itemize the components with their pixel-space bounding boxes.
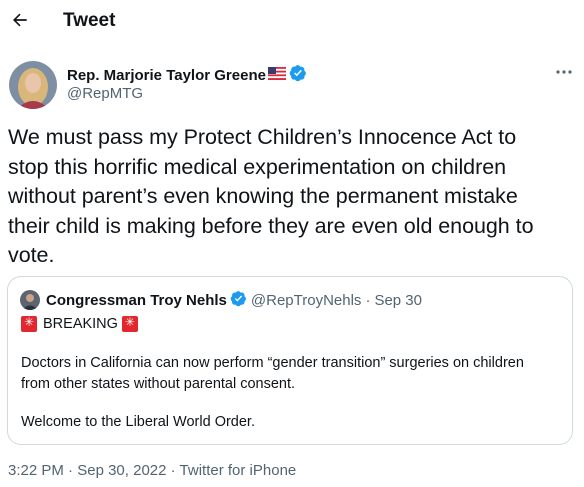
tweet-time[interactable]: 3:22 PM bbox=[8, 462, 64, 479]
more-dots-icon bbox=[556, 70, 572, 74]
quoted-body-line: Doctors in California can now perform “g… bbox=[21, 355, 524, 371]
rotating-light-icon bbox=[21, 315, 37, 332]
quoted-header: Congressman Troy Nehls @RepTroyNehls · S… bbox=[46, 290, 422, 311]
page-title: Tweet bbox=[63, 10, 116, 31]
author-name-row: Rep. Marjorie Taylor Greene bbox=[67, 64, 307, 87]
back-button[interactable] bbox=[6, 6, 34, 34]
separator-dot: · bbox=[68, 462, 74, 479]
author-handle[interactable]: @RepMTG bbox=[67, 85, 143, 102]
tweet-source[interactable]: Twitter for iPhone bbox=[180, 462, 297, 479]
breaking-line: BREAKING bbox=[21, 315, 138, 332]
tweet-text: We must pass my Protect Children’s Innoc… bbox=[8, 125, 534, 267]
more-button[interactable] bbox=[552, 64, 576, 80]
tweet-date[interactable]: Sep 30, 2022 bbox=[77, 462, 166, 479]
quoted-body-line: Welcome to the Liberal World Order. bbox=[21, 414, 255, 430]
quoted-body-line: from other states without parental conse… bbox=[21, 376, 296, 392]
tweet-meta: 3:22 PM · Sep 30, 2022 · Twitter for iPh… bbox=[8, 462, 296, 479]
us-flag-icon bbox=[267, 66, 287, 85]
quoted-tweet[interactable]: Congressman Troy Nehls @RepTroyNehls · S… bbox=[7, 276, 573, 445]
quoted-author-name: Congressman Troy Nehls bbox=[46, 292, 227, 309]
separator-dot: · bbox=[365, 292, 371, 309]
verified-badge-icon bbox=[230, 290, 247, 311]
author-name[interactable]: Rep. Marjorie Taylor Greene bbox=[67, 67, 266, 84]
breaking-label: BREAKING bbox=[43, 316, 118, 332]
quoted-date: Sep 30 bbox=[374, 292, 422, 309]
top-bar: Tweet bbox=[0, 0, 584, 44]
arrow-left-icon bbox=[13, 13, 27, 27]
quoted-author-avatar bbox=[20, 290, 40, 310]
verified-badge-icon bbox=[289, 64, 307, 87]
rotating-light-icon bbox=[121, 315, 138, 332]
author-avatar[interactable] bbox=[9, 61, 57, 109]
separator-dot: · bbox=[170, 462, 176, 479]
quoted-author-handle: @RepTroyNehls bbox=[250, 292, 362, 309]
avatar-image bbox=[9, 61, 57, 109]
